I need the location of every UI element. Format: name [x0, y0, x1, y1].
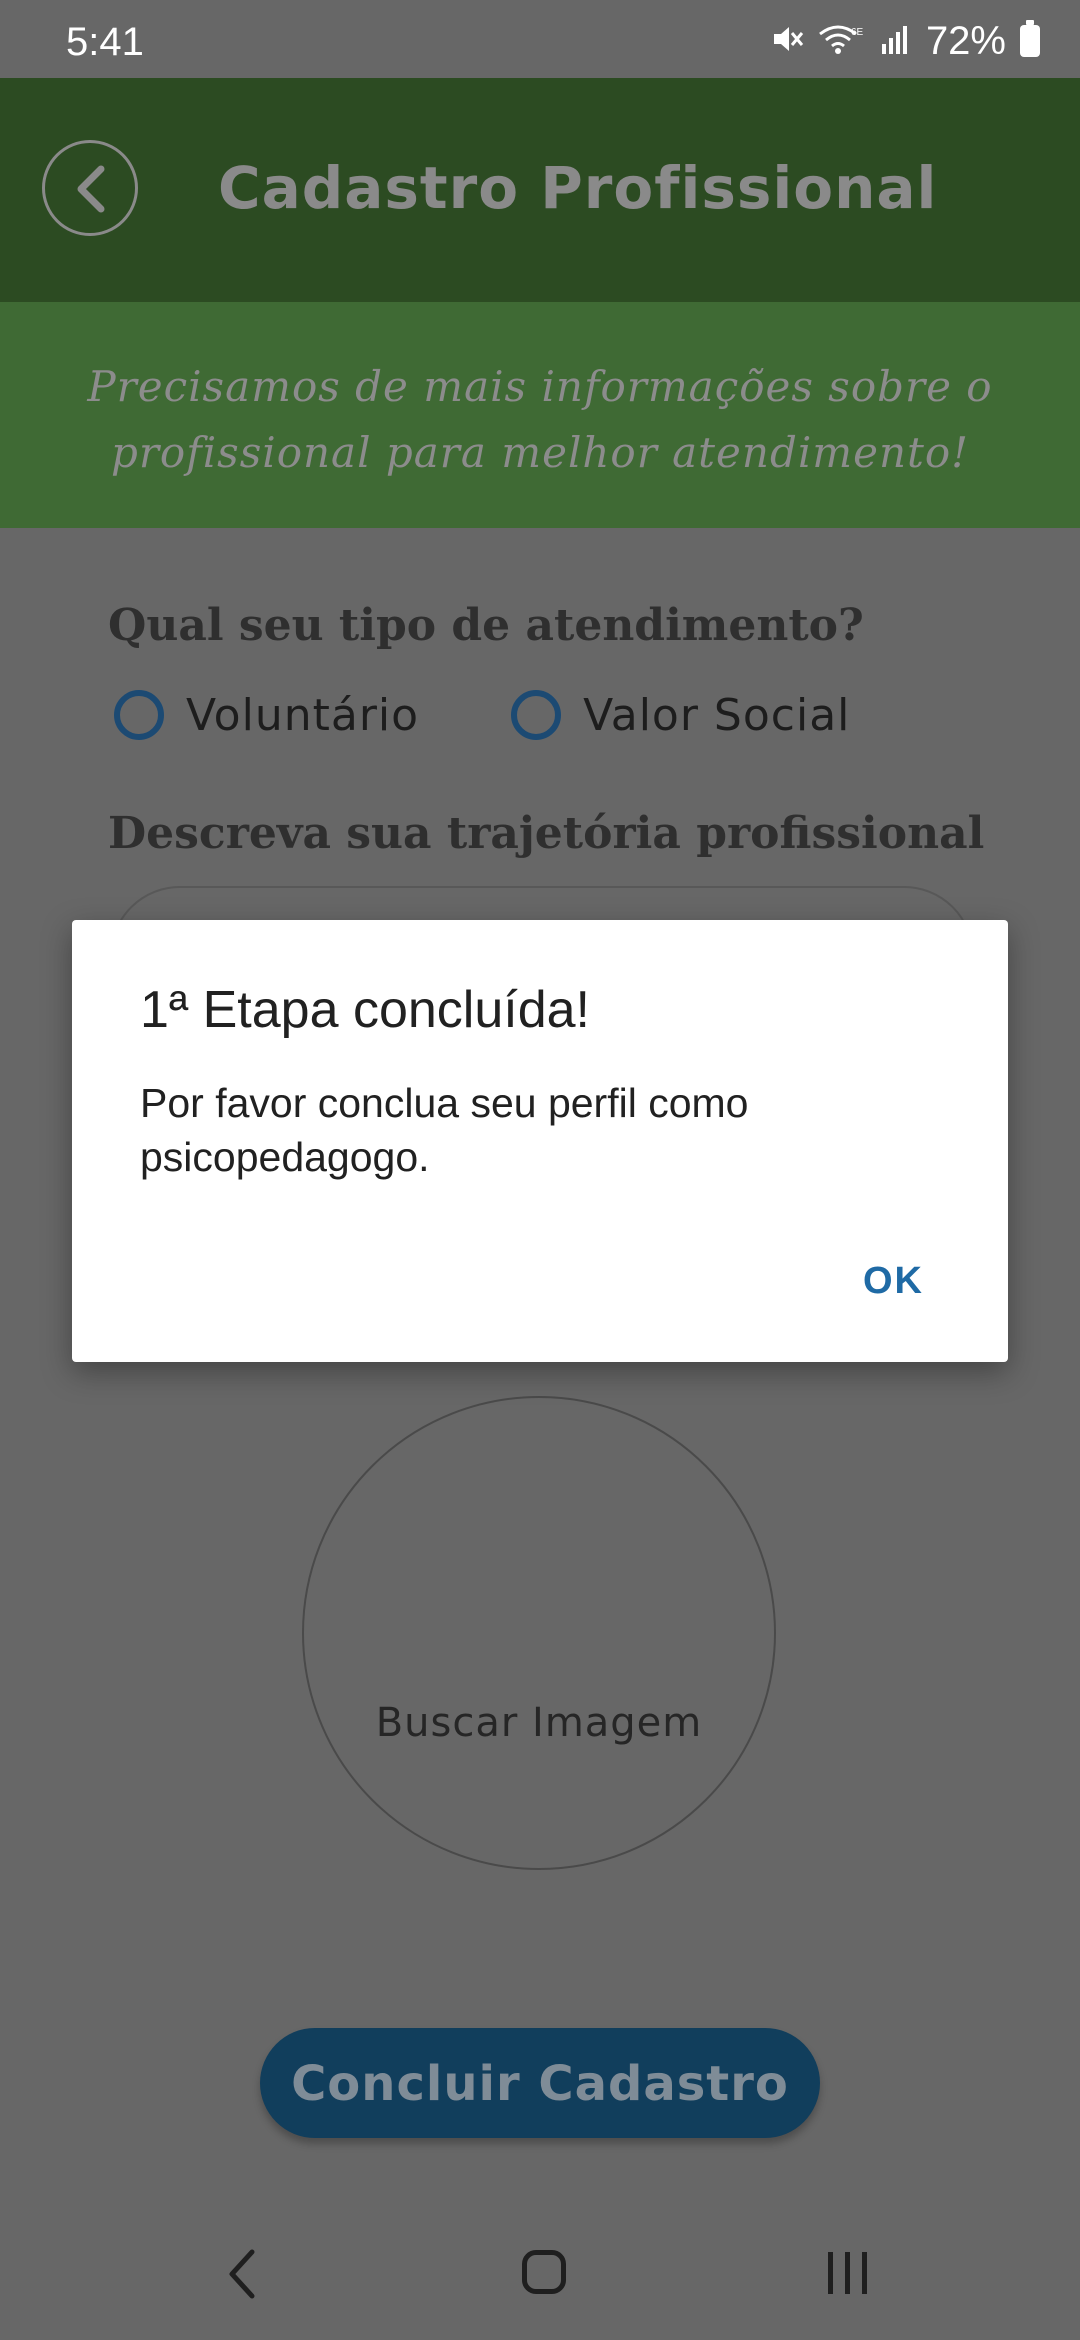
- wifi-6e-icon: 6E: [818, 22, 864, 60]
- radio-button[interactable]: [511, 690, 562, 740]
- status-bar: 5:41 6E 72%: [0, 0, 1080, 78]
- attendance-type-radio-group: Voluntário Valor Social: [114, 686, 850, 744]
- radio-button[interactable]: [114, 690, 164, 740]
- radio-valor-social[interactable]: Valor Social: [511, 690, 850, 741]
- nav-back-icon[interactable]: [224, 2248, 260, 2304]
- submit-button[interactable]: Concluir Cadastro: [260, 2028, 820, 2138]
- dialog-title: 1ª Etapa concluída!: [140, 981, 590, 1039]
- trajectory-label: Descreva sua trajetória profissional: [108, 808, 985, 859]
- status-time: 5:41: [66, 20, 144, 64]
- attendance-type-label: Qual seu tipo de atendimento?: [108, 600, 864, 651]
- svg-text:6E: 6E: [851, 27, 864, 38]
- signal-icon: [878, 22, 912, 60]
- info-banner: Precisamos de mais informações sobre o p…: [0, 302, 1080, 528]
- nav-home-icon[interactable]: [522, 2250, 566, 2294]
- alert-dialog: 1ª Etapa concluída! Por favor conclua se…: [72, 920, 1008, 1362]
- app-header: Cadastro Profissional: [0, 78, 1080, 302]
- back-button[interactable]: [42, 140, 138, 236]
- radio-label: Valor Social: [583, 689, 851, 741]
- dialog-message: Por favor conclua seu perfil como psicop…: [140, 1080, 749, 1180]
- radio-voluntario[interactable]: Voluntário: [114, 690, 419, 741]
- radio-label: Voluntário: [186, 689, 420, 741]
- image-picker[interactable]: Buscar Imagem: [302, 1396, 776, 1870]
- nav-recents-icon[interactable]: [826, 2250, 870, 2300]
- battery-icon: [1020, 20, 1040, 57]
- image-picker-label: Buscar Imagem: [375, 1700, 703, 1746]
- dialog-ok-button[interactable]: OK: [863, 1260, 924, 1303]
- system-nav-bar: [0, 2202, 1080, 2340]
- battery-percent: 72%: [925, 18, 1006, 63]
- chevron-left-icon: [77, 165, 105, 213]
- submit-button-label: Concluir Cadastro: [291, 2056, 789, 2112]
- status-icons: 6E 72%: [770, 18, 1040, 64]
- page-title: Cadastro Profissional: [218, 154, 938, 222]
- mute-icon: [770, 22, 804, 60]
- info-banner-text: Precisamos de mais informações sobre o p…: [87, 362, 993, 477]
